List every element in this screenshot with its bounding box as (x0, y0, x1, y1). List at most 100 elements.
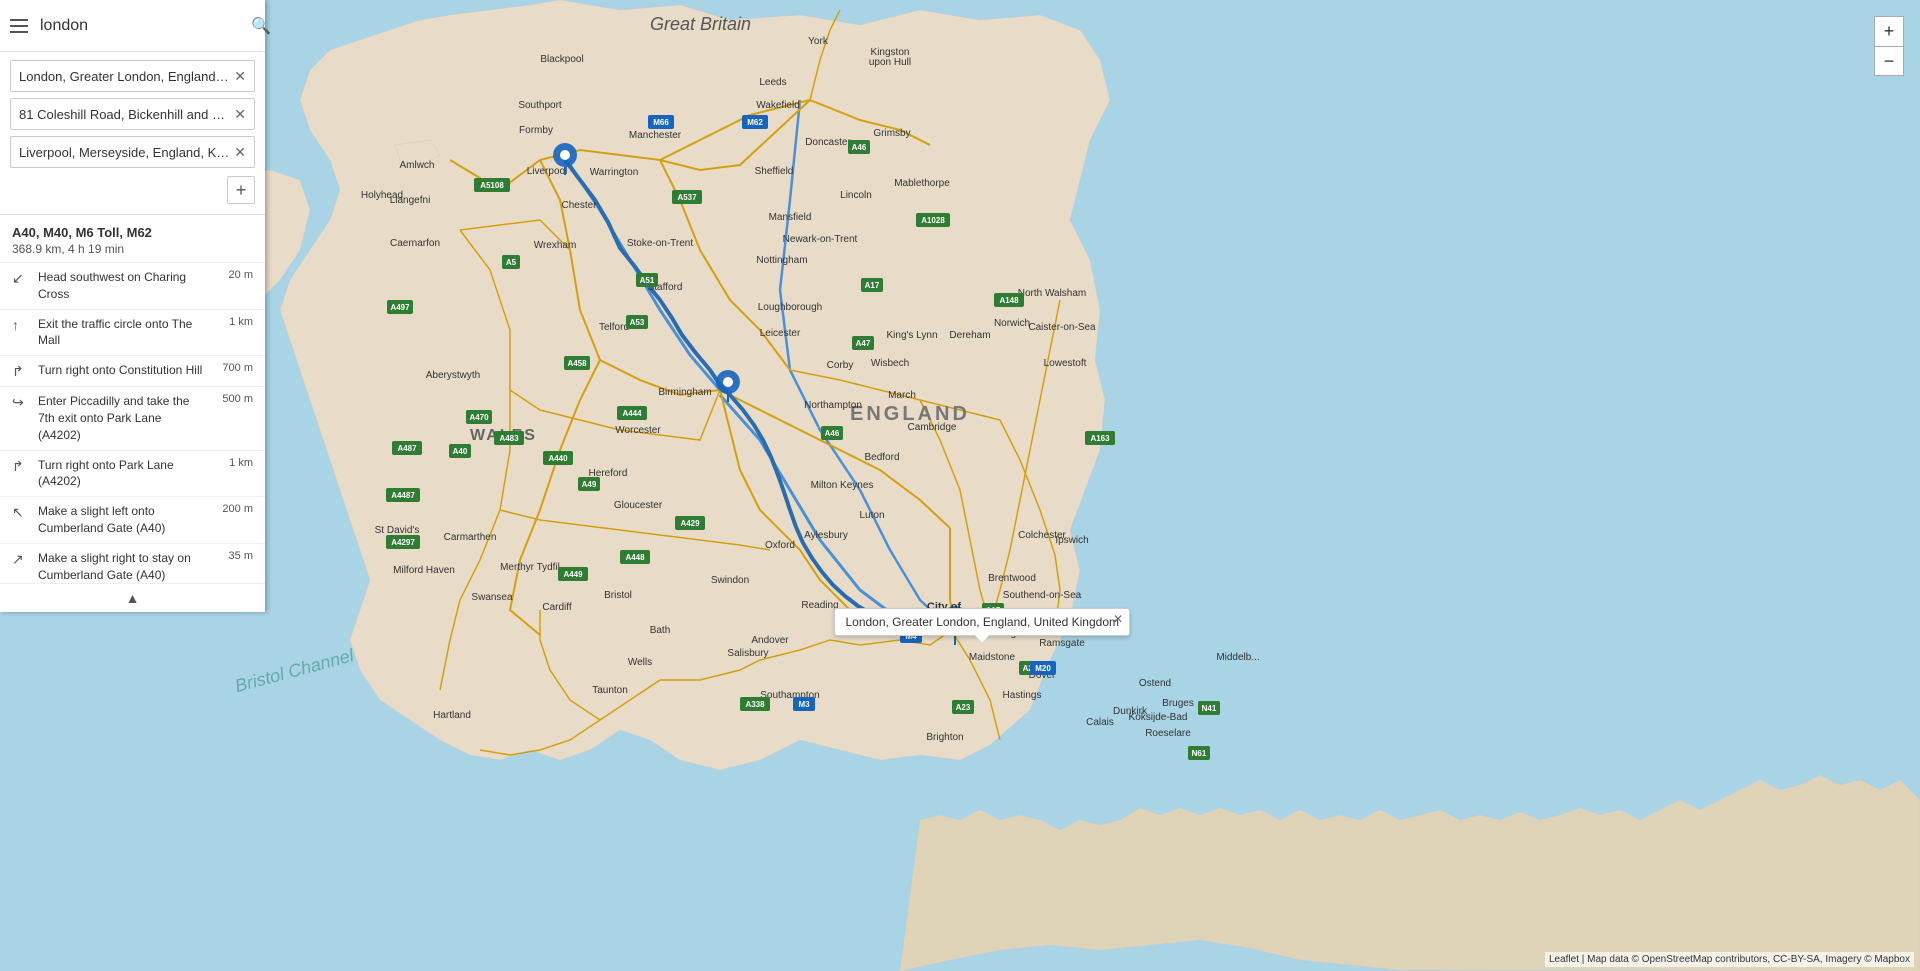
svg-text:Merthyr Tydfil: Merthyr Tydfil (500, 562, 560, 573)
direction-item: ↑ Exit the traffic circle onto The Mall … (0, 310, 265, 357)
svg-text:Koksijde-Bad: Koksijde-Bad (1129, 712, 1188, 723)
direction-item: ↙ Head southwest on Charing Cross 20 m (0, 263, 265, 310)
svg-text:Caister-on-Sea: Caister-on-Sea (1028, 322, 1096, 333)
svg-text:Reading: Reading (801, 600, 838, 611)
direction-icon: ↱ (12, 458, 30, 475)
svg-text:A23: A23 (956, 703, 971, 712)
waypoint-2-close[interactable]: ✕ (234, 106, 246, 123)
svg-text:Leicester: Leicester (760, 328, 801, 339)
svg-text:Hastings: Hastings (1003, 690, 1042, 701)
direction-item: ↱ Turn right onto Park Lane (A4202) 1 km (0, 451, 265, 498)
direction-item: ↪ Enter Piccadilly and take the 7th exit… (0, 387, 265, 450)
svg-text:St David's: St David's (375, 525, 420, 536)
svg-text:A458: A458 (567, 359, 587, 368)
zoom-in-button[interactable]: + (1874, 16, 1904, 46)
sidebar: 🔍 London, Greater London, England, Unite… (0, 0, 265, 612)
direction-distance: 1 km (211, 457, 253, 469)
waypoint-1[interactable]: London, Greater London, England, United … (10, 60, 255, 92)
svg-text:Aberystwyth: Aberystwyth (426, 370, 480, 381)
svg-text:Salisbury: Salisbury (727, 648, 768, 659)
svg-text:M62: M62 (747, 118, 763, 127)
svg-text:Grimsby: Grimsby (873, 128, 910, 139)
svg-text:A163: A163 (1090, 434, 1110, 443)
svg-text:Calais: Calais (1086, 717, 1114, 728)
direction-text: Enter Piccadilly and take the 7th exit o… (38, 393, 203, 443)
svg-text:Carmarthen: Carmarthen (444, 532, 497, 543)
svg-text:Roeselare: Roeselare (1145, 728, 1191, 739)
svg-text:Bath: Bath (650, 625, 671, 636)
svg-text:March: March (888, 390, 916, 401)
svg-text:Northampton: Northampton (804, 400, 862, 411)
svg-text:Wisbech: Wisbech (871, 358, 909, 369)
svg-text:A4297: A4297 (391, 538, 415, 547)
svg-text:Corby: Corby (827, 360, 854, 371)
svg-text:A487: A487 (397, 444, 417, 453)
svg-text:Milton Keynes: Milton Keynes (811, 480, 874, 491)
map-container[interactable]: Great Britain WALES ENGLAND Bristol Chan… (0, 0, 1920, 971)
add-waypoint-button[interactable]: + (227, 176, 255, 204)
svg-text:upon Hull: upon Hull (869, 57, 911, 68)
route-summary: A40, M40, M6 Toll, M62 368.9 km, 4 h 19 … (0, 215, 265, 263)
svg-text:Mansfield: Mansfield (769, 212, 812, 223)
direction-text: Make a slight left onto Cumberland Gate … (38, 503, 203, 537)
waypoint-2[interactable]: 81 Coleshill Road, Bickenhill and Marsto… (10, 98, 255, 130)
zoom-out-button[interactable]: − (1874, 46, 1904, 76)
direction-item: ↖ Make a slight left onto Cumberland Gat… (0, 497, 265, 544)
svg-text:Swindon: Swindon (711, 575, 749, 586)
svg-text:Wrexham: Wrexham (534, 240, 577, 251)
direction-item: ↱ Turn right onto Constitution Hill 700 … (0, 356, 265, 387)
waypoints-section: London, Greater London, England, United … (0, 52, 265, 215)
svg-text:A4487: A4487 (391, 491, 415, 500)
svg-text:Warrington: Warrington (590, 167, 639, 178)
direction-distance: 35 m (211, 550, 253, 562)
svg-text:Dereham: Dereham (949, 330, 990, 341)
direction-distance: 20 m (211, 269, 253, 281)
svg-text:A537: A537 (677, 193, 697, 202)
svg-text:Cambridge: Cambridge (908, 422, 957, 433)
svg-text:King's Lynn: King's Lynn (886, 330, 937, 341)
direction-icon: ↗ (12, 551, 30, 568)
svg-text:A470: A470 (469, 413, 489, 422)
svg-text:A483: A483 (499, 434, 519, 443)
map-attribution: Leaflet | Map data © OpenStreetMap contr… (1545, 952, 1914, 967)
search-header: 🔍 (0, 0, 265, 52)
waypoint-1-close[interactable]: ✕ (234, 68, 246, 85)
menu-icon[interactable] (10, 19, 28, 33)
direction-icon: ↑ (12, 317, 30, 333)
tooltip-close-button[interactable]: ✕ (1113, 612, 1123, 626)
svg-text:N61: N61 (1192, 749, 1207, 758)
svg-text:Formby: Formby (519, 125, 553, 136)
collapse-button[interactable]: ▲ (0, 583, 265, 612)
svg-text:A429: A429 (680, 519, 700, 528)
svg-text:A338: A338 (745, 700, 765, 709)
svg-text:A448: A448 (625, 553, 645, 562)
svg-text:Gloucester: Gloucester (614, 500, 663, 511)
svg-text:Southend-on-Sea: Southend-on-Sea (1003, 590, 1082, 601)
svg-text:Great Britain: Great Britain (650, 14, 751, 34)
svg-text:Hartland: Hartland (433, 710, 471, 721)
direction-distance: 200 m (211, 503, 253, 515)
direction-item: ↗ Make a slight right to stay on Cumberl… (0, 544, 265, 583)
svg-text:Ostend: Ostend (1139, 678, 1171, 689)
waypoint-3-close[interactable]: ✕ (234, 144, 246, 161)
direction-distance: 700 m (211, 362, 253, 374)
directions-list[interactable]: ↙ Head southwest on Charing Cross 20 m ↑… (0, 263, 265, 583)
svg-text:Doncaster: Doncaster (805, 137, 851, 148)
direction-text: Turn right onto Park Lane (A4202) (38, 457, 203, 491)
svg-text:Bristol: Bristol (604, 590, 632, 601)
svg-text:Wells: Wells (628, 657, 652, 668)
direction-text: Turn right onto Constitution Hill (38, 362, 203, 379)
svg-text:Lincoln: Lincoln (840, 190, 872, 201)
svg-text:Nottingham: Nottingham (756, 255, 807, 266)
svg-text:North Walsham: North Walsham (1018, 288, 1087, 299)
waypoint-3[interactable]: Liverpool, Merseyside, England, Kingdo ✕ (10, 136, 255, 168)
svg-text:Aylesbury: Aylesbury (804, 530, 848, 541)
svg-text:A17: A17 (865, 281, 880, 290)
map-controls: + − (1874, 16, 1904, 76)
svg-text:Llangefni: Llangefni (390, 195, 431, 206)
svg-text:Caernarfon: Caernarfon (390, 238, 440, 249)
svg-text:Bruges: Bruges (1162, 698, 1194, 709)
svg-text:Leeds: Leeds (759, 77, 786, 88)
search-icon[interactable]: 🔍 (247, 14, 275, 38)
search-input[interactable] (40, 17, 247, 35)
